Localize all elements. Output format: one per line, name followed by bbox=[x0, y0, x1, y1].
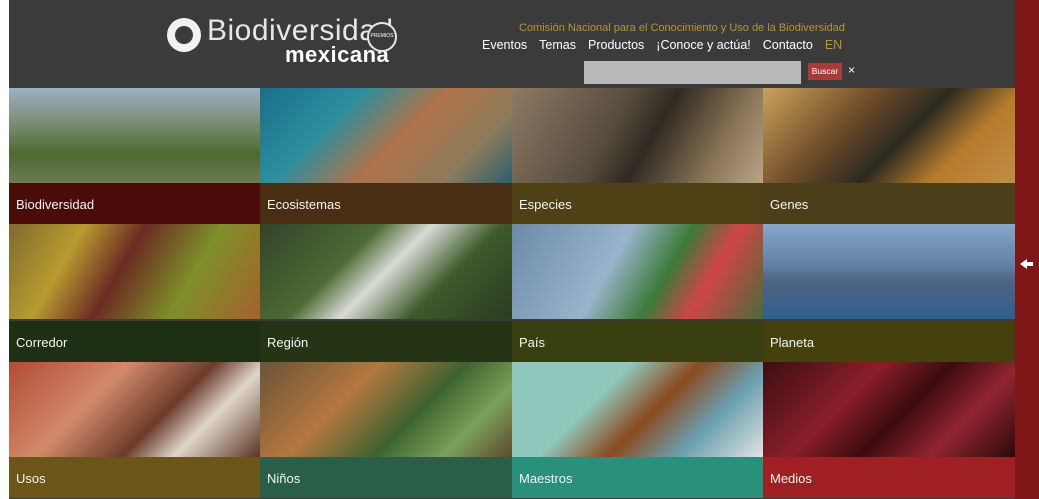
nav-productos[interactable]: Productos bbox=[588, 38, 644, 52]
tile-label: Ecosistemas bbox=[267, 197, 341, 212]
tile-pais[interactable]: País bbox=[512, 224, 763, 362]
page-frame: Biodiversidad mexicana PREMIOS Comisión … bbox=[9, 0, 1015, 499]
tile-image bbox=[763, 88, 1015, 183]
nav-contacto[interactable]: Contacto bbox=[763, 38, 813, 52]
tile-image bbox=[260, 224, 512, 319]
tile-especies[interactable]: Especies bbox=[512, 88, 763, 224]
tile-medios[interactable]: Medios bbox=[763, 362, 1015, 498]
search-button[interactable]: Buscar bbox=[808, 63, 842, 80]
tile-label: Medios bbox=[770, 471, 812, 486]
side-panel[interactable] bbox=[1015, 0, 1039, 499]
tile-image bbox=[260, 88, 512, 183]
commission-title: Comisión Nacional para el Conocimiento y… bbox=[519, 22, 845, 34]
site-logo[interactable]: Biodiversidad mexicana PREMIOS bbox=[167, 14, 407, 68]
tile-label: Genes bbox=[770, 197, 809, 212]
tile-ecosistemas[interactable]: Ecosistemas bbox=[260, 88, 512, 224]
tile-image bbox=[763, 362, 1015, 457]
tile-image bbox=[512, 362, 763, 457]
tile-genes[interactable]: Genes bbox=[763, 88, 1015, 224]
tile-label: Corredor bbox=[16, 335, 68, 350]
tile-usos[interactable]: Usos bbox=[9, 362, 260, 498]
arrow-left-icon[interactable] bbox=[1020, 259, 1033, 269]
tile-planeta[interactable]: Planeta bbox=[763, 224, 1015, 362]
tile-label: Usos bbox=[16, 471, 46, 486]
tile-image bbox=[9, 362, 260, 457]
tile-image bbox=[763, 224, 1015, 319]
language-toggle[interactable]: EN bbox=[825, 38, 842, 52]
tile-image bbox=[512, 224, 763, 319]
nav-conoce[interactable]: ¡Conoce y actúa! bbox=[656, 38, 751, 52]
tile-image bbox=[9, 88, 260, 183]
topic-grid: Biodiversidad Ecosistemas Especies Genes… bbox=[9, 88, 1015, 498]
conabio-emblem-icon bbox=[167, 18, 201, 52]
tile-corredor[interactable]: Corredor bbox=[9, 224, 260, 362]
tile-label: Maestros bbox=[519, 471, 573, 486]
tile-ninos[interactable]: Niños bbox=[260, 362, 512, 498]
main-nav: Eventos Temas Productos ¡Conoce y actúa!… bbox=[482, 38, 842, 52]
tile-image bbox=[9, 224, 260, 319]
site-header: Biodiversidad mexicana PREMIOS Comisión … bbox=[9, 0, 1015, 88]
tile-region[interactable]: Región bbox=[260, 224, 512, 362]
nav-eventos[interactable]: Eventos bbox=[482, 38, 527, 52]
tile-image bbox=[260, 362, 512, 457]
tile-image bbox=[512, 88, 763, 183]
tile-label: Biodiversidad bbox=[16, 197, 95, 212]
nav-temas[interactable]: Temas bbox=[539, 38, 576, 52]
tile-label: Niños bbox=[267, 471, 301, 486]
tile-label: Planeta bbox=[770, 335, 815, 350]
tile-label: Región bbox=[267, 335, 309, 350]
badge-text: PREMIOS bbox=[370, 33, 394, 39]
tile-label: País bbox=[519, 335, 546, 350]
tile-bar bbox=[512, 321, 763, 362]
tile-label: Especies bbox=[519, 197, 572, 212]
search-input[interactable] bbox=[584, 61, 801, 84]
award-badge-icon: PREMIOS bbox=[367, 22, 397, 52]
tile-biodiversidad[interactable]: Biodiversidad bbox=[9, 88, 260, 224]
search-close-icon[interactable]: × bbox=[848, 63, 855, 77]
tile-bar bbox=[9, 457, 260, 498]
tile-maestros[interactable]: Maestros bbox=[512, 362, 763, 498]
